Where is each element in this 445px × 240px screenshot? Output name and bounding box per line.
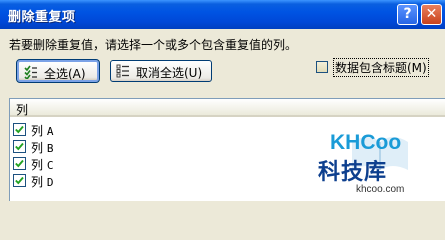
- column-b-label: 列 B: [31, 141, 54, 155]
- list-item[interactable]: 列 D: [13, 172, 313, 189]
- column-a-label: 列 A: [31, 124, 54, 138]
- close-icon: ✕: [425, 6, 438, 22]
- list-item[interactable]: 列 A: [13, 121, 313, 138]
- has-headers-checkbox[interactable]: [316, 61, 328, 73]
- list-item[interactable]: 列 B: [13, 138, 313, 155]
- list-header[interactable]: 列: [10, 99, 445, 117]
- column-b-checkbox[interactable]: [13, 140, 26, 153]
- unselect-all-label: 取消全选(U): [136, 66, 203, 80]
- watermark-brand: KHCoo: [330, 131, 402, 154]
- unselect-all-icon: [116, 64, 129, 78]
- column-c-checkbox[interactable]: [13, 157, 26, 170]
- check-icon: [15, 142, 24, 151]
- column-d-label: 列 D: [31, 175, 54, 189]
- select-all-icon: [24, 65, 37, 79]
- window-title: 删除重复项: [8, 10, 76, 25]
- check-icon: [15, 125, 24, 134]
- has-headers-label[interactable]: 数据包含标题(M): [333, 58, 429, 77]
- help-button[interactable]: ?: [397, 4, 418, 25]
- column-c-label: 列 C: [31, 158, 54, 172]
- list-header-label: 列: [16, 103, 29, 117]
- check-icon: [15, 159, 24, 168]
- list-item[interactable]: 列 C: [13, 155, 313, 172]
- column-d-checkbox[interactable]: [13, 174, 26, 187]
- title-bar[interactable]: 删除重复项 ? ✕: [0, 0, 445, 29]
- watermark-url: khcoo.com: [356, 184, 405, 195]
- column-a-checkbox[interactable]: [13, 123, 26, 136]
- close-button[interactable]: ✕: [421, 4, 442, 25]
- select-all-label: 全选(A): [44, 67, 86, 81]
- unselect-all-button[interactable]: 取消全选(U): [110, 60, 212, 82]
- remove-duplicates-dialog: 删除重复项 ? ✕ 若要删除重复值，请选择一个或多个包含重复值的列。 全选(A): [0, 0, 445, 201]
- help-icon: ?: [403, 6, 412, 22]
- check-icon: [15, 176, 24, 185]
- select-all-button[interactable]: 全选(A): [16, 59, 100, 83]
- instruction-text: 若要删除重复值，请选择一个或多个包含重复值的列。: [9, 38, 298, 52]
- watermark-brand-cn: 科技库: [318, 160, 388, 185]
